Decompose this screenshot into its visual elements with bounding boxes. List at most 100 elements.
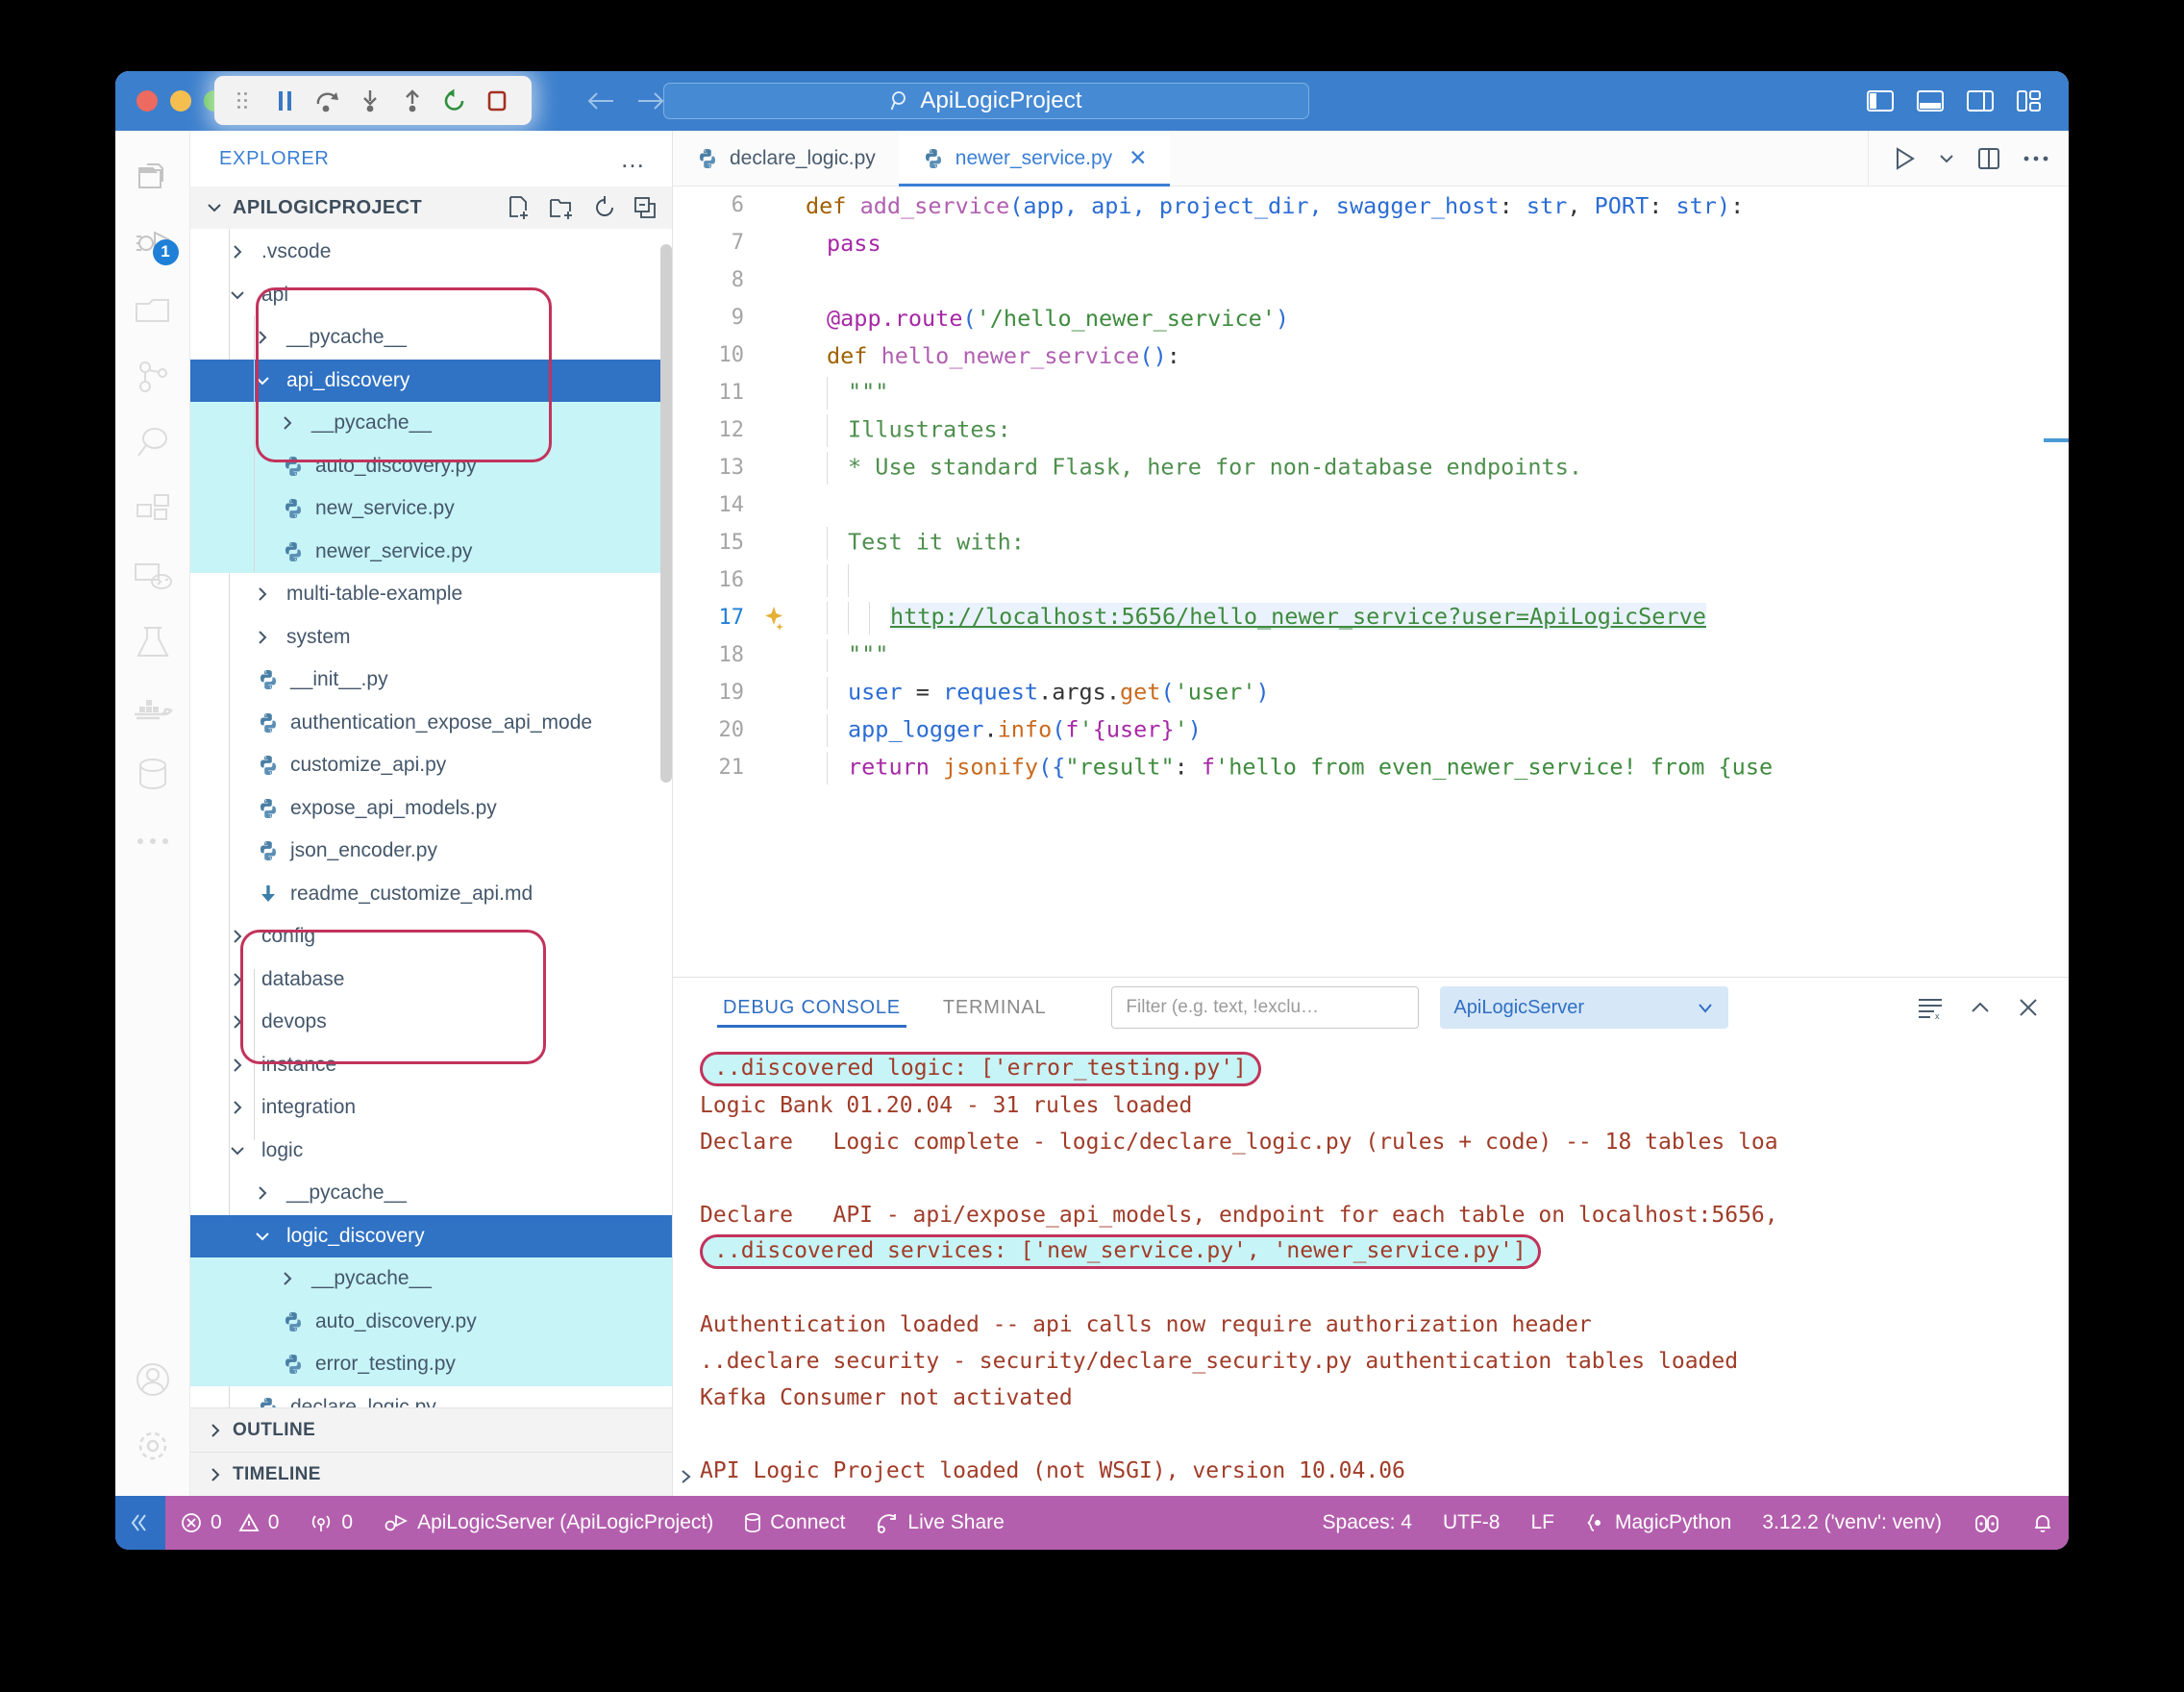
stop-button[interactable] <box>478 82 516 120</box>
step-into-button[interactable] <box>351 82 389 120</box>
tree-item-multi-table-example[interactable]: multi-table-example <box>190 573 672 616</box>
chevron-right-icon[interactable] <box>279 414 304 432</box>
chevron-down-icon[interactable] <box>254 372 279 389</box>
chevron-right-icon[interactable] <box>229 971 254 988</box>
tree-item-readme-customize-api-md[interactable]: readme_customize_api.md <box>190 873 672 916</box>
code-line-18[interactable]: 18 """ <box>673 636 2069 674</box>
collapse-all-icon[interactable] <box>633 196 657 219</box>
status-live-share[interactable]: Live Share <box>860 1496 1019 1550</box>
code-line-13[interactable]: 13 * Use standard Flask, here for non-dat… <box>673 449 2069 486</box>
status-encoding[interactable]: UTF-8 <box>1427 1496 1516 1550</box>
drag-handle-icon[interactable] <box>224 82 262 120</box>
tree-item-auto-discovery-py[interactable]: auto_discovery.py <box>190 444 672 487</box>
tree-item--init-py[interactable]: __init__.py <box>190 659 672 702</box>
project-root-header[interactable]: APILOGICPROJECT <box>190 187 672 229</box>
chevron-right-icon[interactable] <box>229 243 254 261</box>
step-over-button[interactable] <box>309 82 347 120</box>
tree-item-database[interactable]: database <box>190 958 672 1002</box>
collapse-panel-icon[interactable] <box>1969 998 1992 1017</box>
status-python-interpreter[interactable]: 3.12.2 ('venv': venv) <box>1747 1496 1957 1550</box>
activity-item-accounts[interactable] <box>115 1346 190 1412</box>
split-editor-icon[interactable] <box>1976 146 2001 171</box>
chevron-down-icon[interactable] <box>206 201 223 214</box>
forward-arrow-icon[interactable] <box>636 89 665 112</box>
code-line-6[interactable]: 6 def add_service(app, api, project_dir, … <box>673 187 2069 224</box>
activity-item-extensions[interactable] <box>115 476 190 542</box>
layout-controls[interactable] <box>1867 71 2042 131</box>
tree-item--pycache-[interactable]: __pycache__ <box>190 402 672 445</box>
clear-console-icon[interactable]: x <box>1917 995 1944 1020</box>
customize-layout-icon[interactable] <box>2017 89 2042 112</box>
activity-item-search[interactable] <box>115 410 190 476</box>
tree-item-error-testing-py[interactable]: error_testing.py <box>190 1343 672 1386</box>
run-python-file-icon[interactable] <box>1892 146 1917 171</box>
activity-item-source-control[interactable] <box>115 277 190 343</box>
chevron-right-icon[interactable] <box>229 928 254 945</box>
chevron-right-icon[interactable] <box>254 1184 279 1202</box>
chevron-right-icon[interactable] <box>229 1099 254 1116</box>
code-line-7[interactable]: 7 pass <box>673 224 2069 261</box>
debug-console-output[interactable]: ..discovered logic: ['error_testing.py']… <box>673 1037 2069 1496</box>
tree-item--pycache-[interactable]: __pycache__ <box>190 1172 672 1215</box>
close-panel-icon[interactable] <box>2017 996 2040 1019</box>
status-eol[interactable]: LF <box>1515 1496 1570 1550</box>
tree-item-declare-logic-py[interactable]: declare_logic.py <box>190 1386 672 1407</box>
sidebar-section-outline[interactable]: OUTLINE <box>190 1407 672 1452</box>
debug-session-select[interactable]: ApiLogicServer <box>1440 986 1729 1029</box>
copilot-sparkle-icon[interactable] <box>761 604 806 633</box>
code-line-9[interactable]: 9 @app.route('/hello_newer_service') <box>673 299 2069 336</box>
tree-item-integration[interactable]: integration <box>190 1086 672 1130</box>
tree-item-customize-api-py[interactable]: customize_api.py <box>190 744 672 787</box>
activity-item-database[interactable] <box>115 741 190 808</box>
activity-item-run-and-debug[interactable]: 1 <box>115 211 190 277</box>
code-line-8[interactable]: 8 <box>673 261 2069 299</box>
status-indentation[interactable]: Spaces: 4 <box>1307 1496 1427 1550</box>
tree-item-api[interactable]: api <box>190 274 672 317</box>
window-controls[interactable] <box>115 90 225 112</box>
panel-tab-terminal[interactable]: TERMINAL <box>922 978 1068 1037</box>
tree-item-json-encoder-py[interactable]: json_encoder.py <box>190 830 672 873</box>
activity-item-testing[interactable] <box>115 609 190 675</box>
navigation-arrows[interactable] <box>586 71 665 131</box>
tree-item-auto-discovery-py[interactable]: auto_discovery.py <box>190 1300 672 1343</box>
back-arrow-icon[interactable] <box>586 89 615 112</box>
status-connect[interactable]: Connect <box>729 1496 860 1550</box>
more-actions-icon[interactable] <box>2023 154 2049 163</box>
code-editor[interactable]: 6 def add_service(app, api, project_dir, … <box>673 187 2069 977</box>
chevron-right-icon[interactable] <box>229 1013 254 1031</box>
debug-toolbar[interactable] <box>214 76 532 125</box>
tree-item-api-discovery[interactable]: api_discovery <box>190 359 672 402</box>
code-line-17[interactable]: 17 http://localhost:5656/hello_newer_serv… <box>673 599 2069 636</box>
minimize-window-button[interactable] <box>170 90 191 112</box>
pause-button[interactable] <box>266 82 305 120</box>
step-out-button[interactable] <box>393 82 432 120</box>
toggle-primary-sidebar-icon[interactable] <box>1867 89 1894 112</box>
close-icon[interactable]: ✕ <box>1129 145 1147 171</box>
chevron-right-icon[interactable] <box>254 585 279 603</box>
tree-item-logic-discovery[interactable]: logic_discovery <box>190 1214 672 1257</box>
status-copilot[interactable] <box>1957 1496 2017 1550</box>
status-debug-session[interactable]: ApiLogicServer (ApiLogicProject) <box>368 1496 729 1550</box>
console-filter-input[interactable]: Filter (e.g. text, !exclu… <box>1111 986 1420 1029</box>
tree-item-logic[interactable]: logic <box>190 1130 672 1173</box>
status-notifications[interactable] <box>2017 1496 2069 1550</box>
activity-item-docker[interactable] <box>115 675 190 741</box>
refresh-icon[interactable] <box>593 196 616 219</box>
new-folder-icon[interactable] <box>549 195 576 220</box>
editor-tab-newer_service-py[interactable]: newer_service.py ✕ <box>898 131 1171 187</box>
activity-item-more-views[interactable] <box>115 808 190 874</box>
toggle-secondary-sidebar-icon[interactable] <box>1967 89 1994 112</box>
chevron-right-icon[interactable] <box>279 1270 304 1287</box>
restart-button[interactable] <box>435 82 474 120</box>
tree-item-instance[interactable]: instance <box>190 1044 672 1087</box>
activity-item-manage-settings[interactable] <box>115 1412 190 1479</box>
command-center-search[interactable]: ApiLogicProject <box>663 83 1309 119</box>
activity-item-git-graph[interactable] <box>115 343 190 410</box>
code-line-16[interactable]: 16 <box>673 561 2069 599</box>
tree-item-expose-api-models-py[interactable]: expose_api_models.py <box>190 787 672 831</box>
tree-item-new-service-py[interactable]: new_service.py <box>190 487 672 531</box>
code-line-10[interactable]: 10 def hello_newer_service(): <box>673 336 2069 374</box>
chevron-down-icon[interactable] <box>229 1142 254 1159</box>
tree-item--vscode[interactable]: .vscode <box>190 231 672 274</box>
chevron-right-icon[interactable] <box>229 1057 254 1074</box>
